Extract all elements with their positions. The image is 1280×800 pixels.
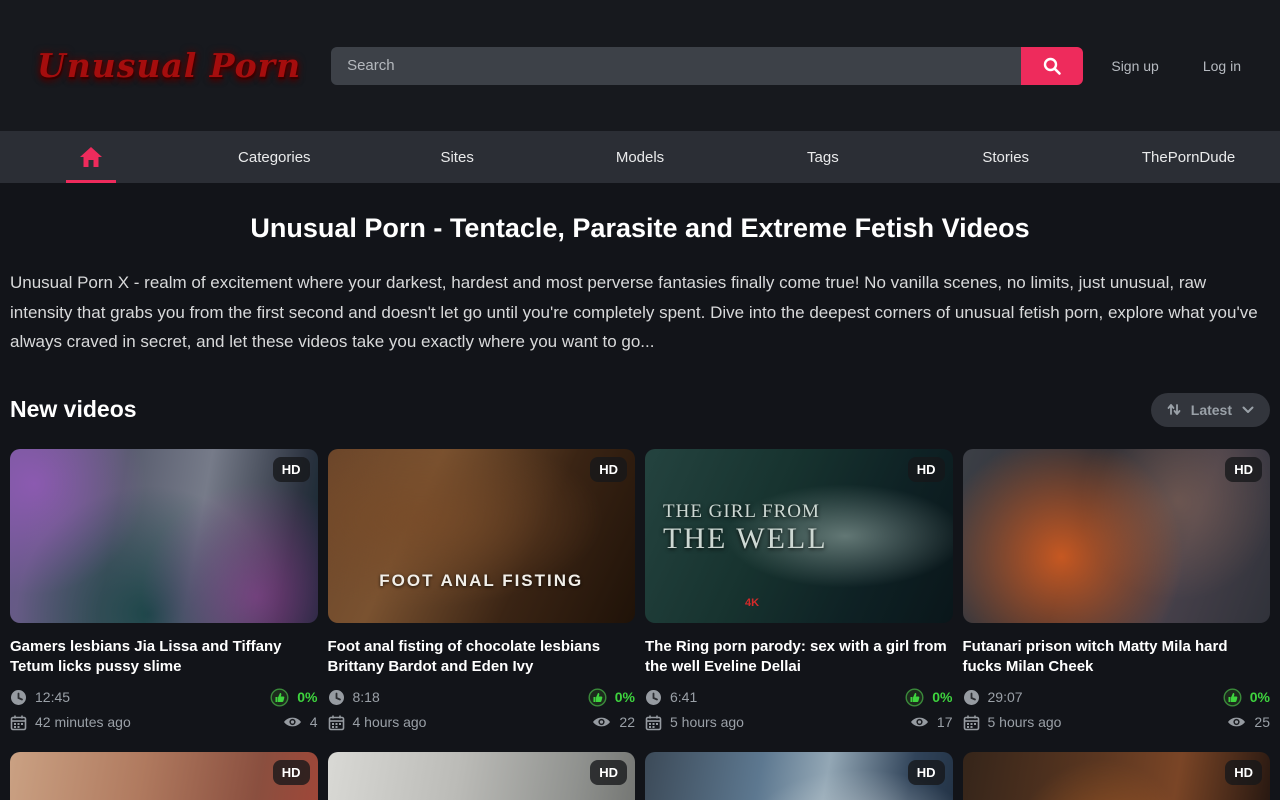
search-form — [331, 47, 1083, 85]
sort-arrows-icon — [1167, 402, 1181, 417]
duration: 6:41 — [645, 689, 697, 706]
video-title[interactable]: Foot anal fisting of chocolate lesbians … — [328, 637, 636, 677]
eye-icon — [910, 715, 929, 729]
clock-icon — [328, 689, 345, 706]
eye-icon — [283, 715, 302, 729]
upload-age: 5 hours ago — [963, 714, 1062, 731]
page-title: Unusual Porn - Tentacle, Parasite and Ex… — [10, 213, 1270, 244]
page-description: Unusual Porn X - realm of excitement whe… — [10, 268, 1270, 357]
video-thumbnail[interactable]: HD FOOT ANAL FISTING — [328, 449, 636, 623]
hd-badge: HD — [908, 457, 945, 482]
hd-badge: HD — [590, 457, 627, 482]
video-thumbnail[interactable]: HD — [963, 752, 1271, 800]
video-meta: 6:41 0% 5 hours ago 17 — [645, 688, 953, 731]
nav-item-theporndude[interactable]: ThePornDude — [1097, 131, 1280, 183]
video-card: HD — [328, 752, 636, 800]
eye-icon — [1227, 715, 1246, 729]
thumbs-up-icon — [905, 688, 924, 707]
video-thumbnail[interactable]: HD THE GIRL FROM THE WELL 4K — [645, 449, 953, 623]
video-meta: 29:07 0% 5 hours ago 25 — [963, 688, 1271, 731]
views: 25 — [1227, 714, 1270, 730]
nav-item-models[interactable]: Models — [549, 131, 732, 183]
signup-link[interactable]: Sign up — [1111, 58, 1158, 74]
calendar-icon — [963, 714, 980, 731]
rating: 0% — [270, 688, 317, 707]
sort-label: Latest — [1191, 402, 1232, 418]
nav-item-categories[interactable]: Categories — [183, 131, 366, 183]
rating: 0% — [1223, 688, 1270, 707]
main-nav: Categories Sites Models Tags Stories The… — [0, 131, 1280, 183]
hd-badge: HD — [273, 457, 310, 482]
hd-badge: HD — [273, 760, 310, 785]
video-thumbnail[interactable]: HD — [10, 449, 318, 623]
video-meta: 8:18 0% 4 hours ago 22 — [328, 688, 636, 731]
nav-item-home[interactable] — [0, 131, 183, 183]
duration: 8:18 — [328, 689, 380, 706]
site-logo[interactable]: Unusual Porn — [37, 46, 301, 85]
eye-icon — [592, 715, 611, 729]
nav-item-tags[interactable]: Tags — [731, 131, 914, 183]
clock-icon — [963, 689, 980, 706]
search-icon — [1041, 55, 1063, 77]
views: 4 — [283, 714, 318, 730]
video-thumbnail[interactable]: HD — [328, 752, 636, 800]
video-title[interactable]: The Ring porn parody: sex with a girl fr… — [645, 637, 953, 677]
thumbs-up-icon — [588, 688, 607, 707]
sort-dropdown[interactable]: Latest — [1151, 393, 1270, 427]
video-card: HD — [10, 752, 318, 800]
video-title[interactable]: Futanari prison witch Matty Mila hard fu… — [963, 637, 1271, 677]
section-row: New videos Latest — [10, 393, 1270, 427]
video-meta: 12:45 0% 42 minutes ago 4 — [10, 688, 318, 731]
upload-age: 42 minutes ago — [10, 714, 131, 731]
thumbnail-overlay-text: THE GIRL FROM THE WELL — [663, 501, 828, 557]
video-card: HD Futanari prison witch Matty Mila hard… — [963, 449, 1271, 731]
video-card: HD — [963, 752, 1271, 800]
hd-badge: HD — [590, 760, 627, 785]
search-input[interactable] — [331, 47, 1021, 85]
upload-age: 5 hours ago — [645, 714, 744, 731]
video-card: HD FOOT ANAL FISTING Foot anal fisting o… — [328, 449, 636, 731]
clock-icon — [645, 689, 662, 706]
clock-icon — [10, 689, 27, 706]
calendar-icon — [328, 714, 345, 731]
video-card: HD — [645, 752, 953, 800]
video-grid-row-2: HD HD HD HD — [10, 752, 1270, 800]
calendar-icon — [645, 714, 662, 731]
thumbs-up-icon — [270, 688, 289, 707]
video-thumbnail[interactable]: HD — [645, 752, 953, 800]
thumbs-up-icon — [1223, 688, 1242, 707]
nav-item-sites[interactable]: Sites — [366, 131, 549, 183]
duration: 12:45 — [10, 689, 70, 706]
hd-badge: HD — [908, 760, 945, 785]
video-grid: HD Gamers lesbians Jia Lissa and Tiffany… — [10, 449, 1270, 731]
rating: 0% — [905, 688, 952, 707]
header: Unusual Porn Sign up Log in — [0, 0, 1280, 131]
duration: 29:07 — [963, 689, 1023, 706]
search-button[interactable] — [1021, 47, 1083, 85]
video-card: HD THE GIRL FROM THE WELL 4K The Ring po… — [645, 449, 953, 731]
main-content: Unusual Porn - Tentacle, Parasite and Ex… — [0, 213, 1280, 800]
upload-age: 4 hours ago — [328, 714, 427, 731]
thumbnail-overlay-text: FOOT ANAL FISTING — [328, 571, 636, 591]
section-title: New videos — [10, 396, 137, 423]
chevron-down-icon — [1242, 406, 1254, 414]
video-thumbnail[interactable]: HD — [963, 449, 1271, 623]
hd-badge: HD — [1225, 760, 1262, 785]
rating: 0% — [588, 688, 635, 707]
video-title[interactable]: Gamers lesbians Jia Lissa and Tiffany Te… — [10, 637, 318, 677]
login-link[interactable]: Log in — [1203, 58, 1241, 74]
views: 17 — [910, 714, 953, 730]
active-tab-underline — [66, 180, 116, 183]
thumbnail-quality-tag: 4K — [745, 597, 759, 609]
home-icon — [78, 145, 104, 169]
calendar-icon — [10, 714, 27, 731]
nav-item-stories[interactable]: Stories — [914, 131, 1097, 183]
hd-badge: HD — [1225, 457, 1262, 482]
video-thumbnail[interactable]: HD — [10, 752, 318, 800]
auth-links: Sign up Log in — [1111, 58, 1241, 74]
views: 22 — [592, 714, 635, 730]
video-card: HD Gamers lesbians Jia Lissa and Tiffany… — [10, 449, 318, 731]
